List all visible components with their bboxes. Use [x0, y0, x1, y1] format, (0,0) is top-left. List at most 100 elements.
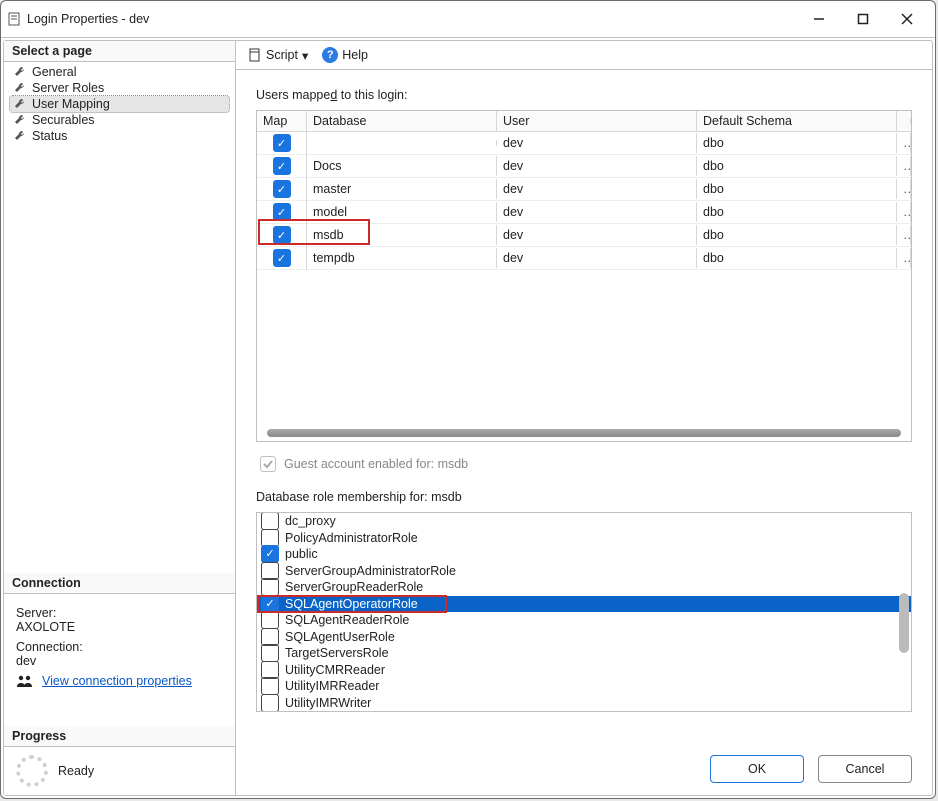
cell-user: dev [497, 156, 697, 176]
cell-schema: dbo [697, 202, 897, 222]
map-checkbox[interactable]: ✓ [273, 226, 291, 244]
connection-people-icon [16, 674, 34, 688]
help-button[interactable]: ? Help [322, 47, 368, 63]
grid-scrollbar[interactable] [267, 429, 901, 437]
col-map: Map [257, 111, 307, 131]
role-checkbox[interactable]: ✓ [261, 562, 279, 580]
grid-body: ✓devdbo…✓Docsdevdbo…✓masterdevdbo…✓model… [257, 132, 911, 441]
role-checkbox[interactable]: ✓ [261, 661, 279, 679]
map-checkbox[interactable]: ✓ [273, 249, 291, 267]
role-checkbox[interactable]: ✓ [261, 694, 279, 712]
cell-database: master [307, 179, 497, 199]
role-item[interactable]: ✓UtilityIMRReader [257, 678, 911, 695]
close-button[interactable] [885, 4, 929, 34]
window-icon [7, 12, 21, 26]
table-row[interactable]: ✓Docsdevdbo… [257, 155, 911, 178]
roles-box[interactable]: ✓dc_proxy✓PolicyAdministratorRole✓public… [256, 512, 912, 712]
role-item[interactable]: ✓dc_proxy [257, 513, 911, 530]
nav-item-status[interactable]: Status [10, 128, 229, 144]
role-checkbox[interactable]: ✓ [261, 512, 279, 530]
users-mapped-grid[interactable]: Map Database User Default Schema ✓devdbo… [256, 110, 912, 442]
minimize-button[interactable] [797, 4, 841, 34]
ok-button[interactable]: OK [710, 755, 804, 783]
schema-browse-button[interactable]: … [897, 248, 911, 268]
role-checkbox[interactable]: ✓ [261, 677, 279, 695]
progress-status: Ready [58, 764, 94, 778]
role-item[interactable]: ✓SQLAgentReaderRole [257, 612, 911, 629]
role-item[interactable]: ✓UtilityIMRWriter [257, 695, 911, 712]
view-connection-properties-link[interactable]: View connection properties [42, 674, 192, 688]
nav-item-server-roles[interactable]: Server Roles [10, 80, 229, 96]
nav-item-label: User Mapping [32, 97, 110, 111]
role-item[interactable]: ✓ServerGroupAdministratorRole [257, 563, 911, 580]
cell-schema: dbo [697, 248, 897, 268]
role-label: SQLAgentUserRole [285, 629, 395, 646]
cell-schema: dbo [697, 179, 897, 199]
schema-browse-button[interactable]: … [897, 156, 911, 176]
nav-item-securables[interactable]: Securables [10, 112, 229, 128]
roles-title: Database role membership for: msdb [256, 490, 912, 504]
role-item[interactable]: ✓TargetServersRole [257, 645, 911, 662]
cell-user: dev [497, 248, 697, 268]
role-checkbox[interactable]: ✓ [261, 529, 279, 547]
map-checkbox[interactable]: ✓ [273, 157, 291, 175]
role-item[interactable]: ✓public [257, 546, 911, 563]
role-item[interactable]: ✓PolicyAdministratorRole [257, 530, 911, 547]
schema-browse-button[interactable]: … [897, 202, 911, 222]
grid-header: Map Database User Default Schema [257, 111, 911, 132]
role-item[interactable]: ✓ UtilityCMRReader [257, 662, 911, 679]
nav-item-general[interactable]: General [10, 64, 229, 80]
table-row[interactable]: ✓ masterdevdbo… [257, 178, 911, 201]
script-dropdown[interactable]: Script ▾ [248, 48, 308, 63]
map-checkbox[interactable]: ✓ [273, 180, 291, 198]
role-checkbox[interactable]: ✓ [261, 578, 279, 596]
spinner-icon [16, 755, 48, 787]
table-row[interactable]: ✓tempdbdevdbo… [257, 247, 911, 270]
nav-item-label: Status [32, 129, 67, 143]
map-checkbox[interactable]: ✓ [273, 134, 291, 152]
progress-row: Ready [4, 747, 235, 795]
cell-user: dev [497, 133, 697, 153]
schema-browse-button[interactable]: … [897, 179, 911, 199]
login-properties-window: Login Properties - dev Select a page Gen… [0, 0, 936, 799]
nav-item-label: Securables [32, 113, 95, 127]
cell-schema: dbo [697, 133, 897, 153]
role-item[interactable]: ✓ SQLAgentOperatorRole [257, 596, 911, 613]
role-item[interactable]: ✓ SQLAgentUserRole [257, 629, 911, 646]
role-checkbox[interactable]: ✓ [261, 644, 279, 662]
table-row[interactable]: ✓modeldevdbo… [257, 201, 911, 224]
cell-schema: dbo [697, 156, 897, 176]
roles-scrollbar[interactable] [899, 593, 909, 653]
role-checkbox[interactable]: ✓ [261, 611, 279, 629]
role-checkbox[interactable]: ✓ [261, 595, 279, 613]
role-label: UtilityCMRReader [285, 662, 385, 679]
schema-browse-button[interactable]: … [897, 133, 911, 153]
cell-database [307, 140, 497, 146]
toolbar: Script ▾ ? Help [236, 41, 932, 70]
cancel-button[interactable]: Cancel [818, 755, 912, 783]
col-user: User [497, 111, 697, 131]
table-row[interactable]: ✓ devdbo… [257, 132, 911, 155]
maximize-button[interactable] [841, 4, 885, 34]
guest-account-checkbox [260, 456, 276, 472]
role-checkbox[interactable]: ✓ [261, 545, 279, 563]
nav-item-label: Server Roles [32, 81, 104, 95]
window-title: Login Properties - dev [21, 12, 797, 26]
left-panel: Select a page GeneralServer RolesUser Ma… [4, 41, 236, 795]
script-icon [248, 48, 262, 62]
main-body: Users mapped to this login: Map Database… [236, 70, 932, 743]
role-item[interactable]: ✓ServerGroupReaderRole [257, 579, 911, 596]
server-value: AXOLOTE [16, 620, 223, 634]
users-mapped-title: Users mapped to this login: [256, 88, 912, 102]
schema-browse-button[interactable]: … [897, 225, 911, 245]
table-row[interactable]: ✓msdbdevdbo… [257, 224, 911, 247]
map-checkbox[interactable]: ✓ [273, 203, 291, 221]
nav-item-user-mapping[interactable]: User Mapping [10, 96, 229, 112]
cell-user: dev [497, 179, 697, 199]
role-label: SQLAgentOperatorRole [285, 596, 418, 613]
progress-heading: Progress [4, 726, 235, 747]
nav-list: GeneralServer Roles User Mapping Securable… [4, 62, 235, 146]
guest-account-label: Guest account enabled for: msdb [284, 457, 468, 471]
wrench-icon [14, 66, 26, 78]
role-checkbox[interactable]: ✓ [261, 628, 279, 646]
